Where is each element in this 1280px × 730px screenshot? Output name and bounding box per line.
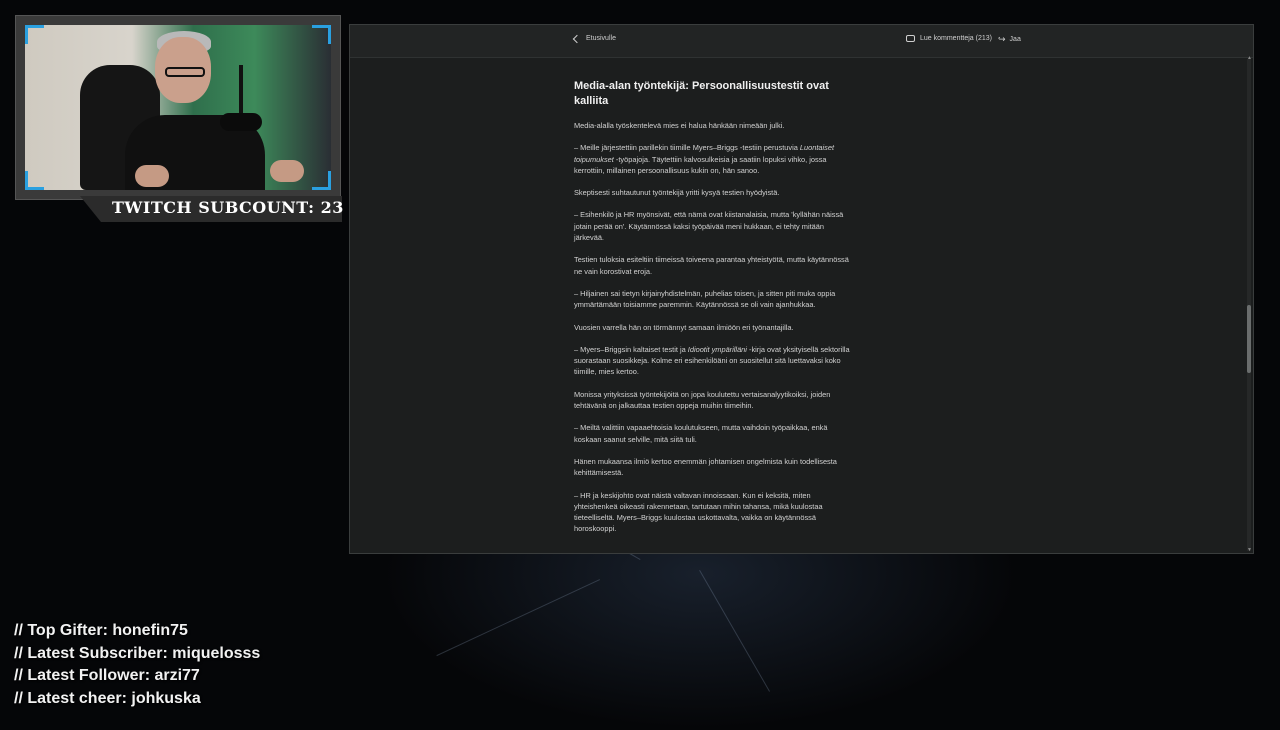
- article-paragraph: – HR ja keskijohto ovat näistä valtavan …: [574, 490, 823, 534]
- streamer-hand: [135, 165, 169, 187]
- chevron-left-icon: [572, 34, 582, 43]
- article-paragraph: Monissa yrityksissä työntekijöitä on jop…: [574, 389, 831, 411]
- latest-follower-label: // Latest Follower: arzi77: [14, 667, 200, 684]
- browser-window: Etusivulle Lue kommentteja (213) ↪ Jaa M…: [349, 24, 1254, 554]
- italic-title: Idiootit ympärilläni: [687, 344, 747, 354]
- share-button[interactable]: ↪ Jaa: [998, 35, 1021, 44]
- stream-stats: // Top Gifter: honefin75 // Latest Subsc…: [14, 620, 260, 710]
- back-link-label: Etusivulle: [586, 35, 616, 42]
- mic-arm: [239, 65, 243, 117]
- paragraph-text: – Meille järjestettiin parillekin tiimil…: [574, 143, 800, 153]
- frame-corner: [25, 25, 44, 44]
- top-gifter-label: // Top Gifter: honefin75: [14, 622, 188, 639]
- frame-corner: [25, 171, 44, 190]
- subcount-label: TWITCH SUBCOUNT: 23: [112, 198, 344, 217]
- comments-link[interactable]: Lue kommentteja (213): [906, 35, 992, 42]
- webcam-frame: [15, 15, 341, 200]
- frame-corner: [312, 171, 331, 190]
- article-paragraph: – Myers–Briggsin kaltaiset testit ja Idi…: [574, 344, 854, 378]
- article-body: Media-alan työntekijä: Persoonallisuuste…: [574, 79, 854, 546]
- article-paragraph: Testien tuloksia esiteltiin tiimeissä to…: [574, 255, 849, 276]
- webcam-video: [25, 25, 331, 190]
- comments-label: Lue kommentteja (213): [920, 35, 992, 42]
- article-paragraph: Media-alalla työskentelevä mies ei halua…: [574, 121, 785, 130]
- article-paragraph: – Meiltä valittiin vapaaehtoisia koulutu…: [574, 423, 828, 444]
- article-heading: Media-alan työntekijä: Persoonallisuuste…: [574, 80, 829, 107]
- article-paragraph: Hänen mukaansa ilmiö kertoo enemmän joht…: [574, 456, 837, 478]
- scrollbar-thumb[interactable]: [1247, 305, 1251, 373]
- share-label: Jaa: [1009, 36, 1021, 43]
- article-paragraph: – Esihenkilö ja HR myönsivät, että nämä …: [574, 210, 844, 243]
- microphone-icon: [220, 113, 262, 131]
- article-header-bar: Etusivulle Lue kommentteja (213) ↪ Jaa: [350, 25, 1253, 58]
- streamer-hand: [270, 160, 304, 182]
- paragraph-text: – Myers–Briggsin kaltaiset testit ja: [574, 344, 688, 354]
- latest-cheer-label: // Latest cheer: johkuska: [14, 689, 201, 707]
- latest-subscriber-label: // Latest Subscriber: miquelosss: [14, 644, 261, 662]
- comment-icon: [906, 35, 915, 42]
- article-paragraph: Vuosien varrella hän on törmännyt samaan…: [574, 322, 794, 332]
- scroll-down-arrow[interactable]: ▼: [1247, 547, 1252, 553]
- share-icon: ↪: [998, 34, 1006, 44]
- article-paragraph: Skeptisesti suhtautunut työntekijä yritt…: [574, 188, 780, 198]
- article-paragraph: – Meille järjestettiin parillekin tiimil…: [574, 142, 854, 176]
- frame-corner: [312, 25, 331, 44]
- back-link[interactable]: Etusivulle: [572, 34, 616, 43]
- glasses: [165, 67, 205, 77]
- article-paragraph: – Hiljainen sai tietyn kirjainyhdistelmä…: [574, 288, 836, 310]
